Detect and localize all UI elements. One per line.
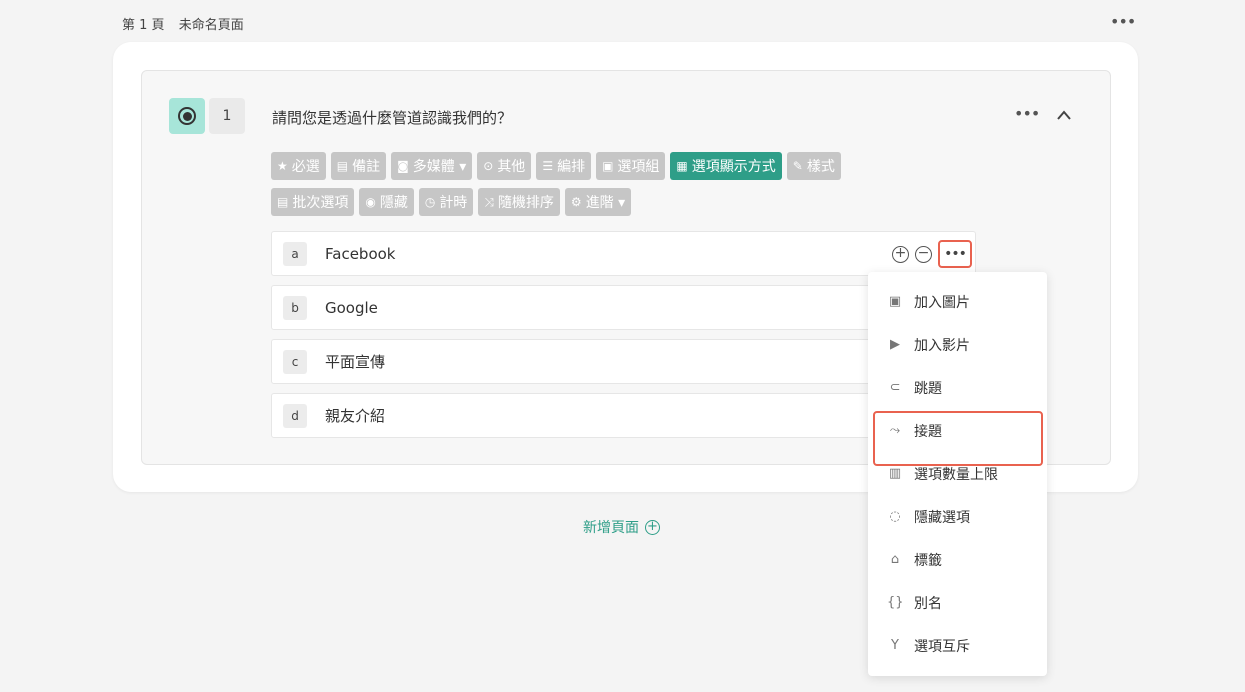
toolbar-icon: ▤ [336, 159, 349, 173]
toolbar-icon: ◙ [397, 159, 409, 173]
menu-item-label: 加入圖片 [914, 294, 970, 311]
question-more-icon[interactable]: ••• [1014, 104, 1040, 123]
add-page-label: 新增頁面 [583, 520, 639, 536]
menu-item-label: 選項互斥 [914, 638, 970, 655]
question-toolbar: ★ 必選 ▤ 備註 ◙ 多媒體 ▾ ⊙ 其他 ☰ 編排 ▣ 選項組 ▦ 選項顯示方式 ✎ 樣式 ▤ 批次選項 ◉ 隱藏… [271, 152, 951, 216]
more-horizontal-icon[interactable]: ••• [1110, 12, 1136, 31]
option-text[interactable]: Google [325, 299, 378, 317]
toolbar-label: 計時 [439, 195, 468, 211]
chevron-up-icon[interactable] [1055, 108, 1073, 122]
toolbar-icon: ⊙ [483, 159, 494, 173]
toolbar-button[interactable]: ★ 必選 [271, 152, 326, 180]
option-text[interactable]: 平面宣傳 [325, 351, 385, 372]
braces-icon: {} [887, 595, 904, 610]
page-header: 第 1 頁 未命名頁面 [122, 14, 244, 33]
option-letter: a [283, 241, 307, 266]
toolbar-icon: ▤ [277, 195, 289, 209]
toolbar-label: 批次選項 [292, 195, 349, 211]
menu-item[interactable]: ▣ 加入圖片 [868, 280, 1047, 323]
toolbar-button[interactable]: ▤ 批次選項 [271, 188, 355, 216]
limit-icon: ▥ [888, 466, 902, 481]
toolbar-icon: ◷ [424, 195, 436, 209]
toolbar-button[interactable]: ⚙ 進階 ▾ [564, 188, 632, 216]
toolbar-label: 選項組 [617, 159, 660, 175]
add-option-icon[interactable]: + [892, 245, 909, 263]
toolbar-icon: ▦ [676, 159, 688, 173]
fork-icon: Y [891, 638, 899, 653]
toolbar-label: 編排 [557, 159, 586, 175]
menu-item[interactable]: ⤳ 接題 [868, 409, 1047, 466]
toolbar-icon: ★ [277, 159, 288, 173]
toolbar-button[interactable]: ▦ 選項顯示方式 [670, 152, 782, 180]
toolbar-label: 必選 [291, 159, 320, 175]
radio-icon[interactable] [169, 98, 205, 134]
menu-item-label: 別名 [914, 595, 942, 612]
menu-item[interactable]: ▶ 加入影片 [868, 323, 1047, 366]
option-letter: b [283, 295, 307, 320]
option-letter: c [283, 349, 307, 374]
page-name[interactable]: 未命名頁面 [179, 18, 244, 33]
add-page-button[interactable]: 新增頁面 + [583, 517, 660, 537]
question-number: 1 [209, 98, 245, 134]
option-letter: d [283, 403, 307, 428]
menu-item-label: 跳題 [914, 380, 942, 397]
option-actions: + − ••• [892, 240, 972, 268]
toolbar-button[interactable]: ⤨ 隨機排序 [478, 188, 560, 216]
option-text[interactable]: Facebook [325, 245, 395, 263]
jump-icon: ⊂ [889, 380, 901, 395]
toolbar-label: 其他 [497, 159, 526, 175]
eye-off-icon: ◌ [889, 509, 901, 524]
menu-item-label: 標籤 [914, 552, 942, 569]
video-icon: ▶ [890, 337, 900, 352]
toolbar-button[interactable]: ☰ 編排 [536, 152, 592, 180]
remove-option-icon[interactable]: − [915, 245, 932, 263]
toolbar-icon: ✎ [792, 159, 803, 173]
toolbar-button[interactable]: ▤ 備註 [330, 152, 387, 180]
toolbar-label: 備註 [352, 159, 381, 175]
option-row[interactable]: a Facebook + − ••• [271, 231, 976, 276]
tag-icon: ⌂ [890, 552, 900, 567]
menu-item-label: 加入影片 [914, 337, 970, 354]
toolbar-label: 進階 ▾ [585, 195, 626, 211]
menu-item-label: 選項數量上限 [914, 466, 998, 483]
question-title[interactable]: 請問您是透過什麼管道認識我們的？ [272, 107, 512, 128]
toolbar-label: 樣式 [806, 159, 835, 175]
option-more-icon[interactable]: ••• [938, 240, 972, 268]
toolbar-label: 選項顯示方式 [691, 159, 776, 175]
menu-item[interactable]: ◌ 隱藏選項 [868, 495, 1047, 538]
plus-circle-icon: + [645, 519, 660, 535]
toolbar-label: 多媒體 ▾ [412, 159, 467, 175]
menu-item[interactable]: Y 選項互斥 [868, 624, 1047, 667]
image-icon: ▣ [888, 294, 902, 309]
menu-item[interactable]: ⊂ 跳題 [868, 366, 1047, 409]
option-text[interactable]: 親友介紹 [325, 405, 385, 426]
toolbar-icon: ▣ [602, 159, 614, 173]
toolbar-button[interactable]: ▣ 選項組 [596, 152, 666, 180]
menu-item-label: 接題 [914, 423, 942, 440]
toolbar-button[interactable]: ◉ 隱藏 [359, 188, 414, 216]
toolbar-button[interactable]: ◷ 計時 [418, 188, 474, 216]
menu-item[interactable]: ▥ 選項數量上限 [868, 452, 1047, 495]
menu-item-label: 隱藏選項 [914, 509, 970, 526]
toolbar-button[interactable]: ◙ 多媒體 ▾ [391, 152, 473, 180]
connect-icon: ⤳ [889, 423, 901, 438]
toolbar-icon: ☰ [542, 159, 554, 173]
toolbar-label: 隱藏 [379, 195, 408, 211]
option-menu: ▣ 加入圖片 ▶ 加入影片 ⊂ 跳題 ⤳ 接題 ▥ 選項數量上限 ◌ 隱藏選項 ⌂ 標籤 {} 別名 Y 選項互斥 [868, 272, 1047, 676]
toolbar-button[interactable]: ⊙ 其他 [477, 152, 532, 180]
toolbar-icon: ◉ [365, 195, 376, 209]
toolbar-icon: ⚙ [570, 195, 582, 209]
toolbar-button[interactable]: ✎ 樣式 [786, 152, 841, 180]
menu-item[interactable]: {} 別名 [868, 581, 1047, 624]
page-label: 第 1 頁 [122, 18, 165, 33]
toolbar-icon: ⤨ [484, 194, 494, 209]
menu-item[interactable]: ⌂ 標籤 [868, 538, 1047, 581]
toolbar-label: 隨機排序 [497, 195, 554, 211]
